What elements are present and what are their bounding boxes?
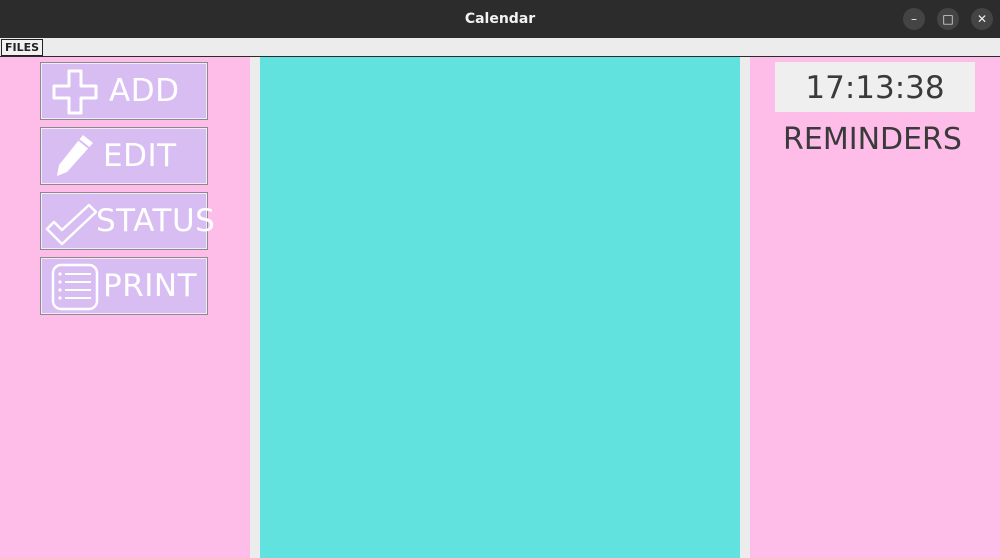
pencil-icon — [53, 132, 97, 184]
print-button[interactable]: PRINT — [40, 257, 208, 315]
minimize-button[interactable]: – — [903, 8, 925, 30]
maximize-button[interactable]: □ — [937, 8, 959, 30]
plus-icon — [51, 69, 99, 119]
edit-button-label: EDIT — [103, 138, 177, 174]
reminders-heading: REMINDERS — [783, 122, 962, 157]
calendar-area[interactable] — [260, 57, 740, 558]
add-button-label: ADD — [109, 73, 180, 109]
title-bar[interactable]: Calendar – □ ✕ — [0, 0, 1000, 38]
close-button[interactable]: ✕ — [971, 8, 993, 30]
print-button-label: PRINT — [103, 268, 198, 304]
files-menu[interactable]: FILES — [1, 39, 44, 56]
checkmark-icon — [45, 201, 98, 251]
menu-bar: FILES — [0, 38, 1000, 57]
edit-button[interactable]: EDIT — [40, 127, 208, 185]
add-button[interactable]: ADD — [40, 62, 208, 120]
status-button-label: STATUS — [96, 203, 216, 239]
clock-display: 17:13:38 — [775, 62, 975, 112]
checklist-icon — [51, 263, 101, 315]
status-button[interactable]: STATUS — [40, 192, 215, 251]
window-title: Calendar — [464, 11, 536, 27]
